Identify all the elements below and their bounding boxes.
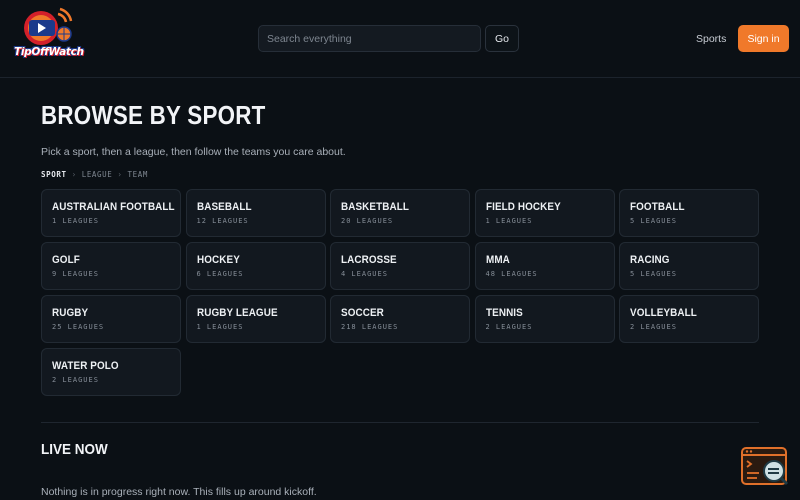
breadcrumb-sport: SPORT	[41, 170, 67, 179]
sport-card-volleyball[interactable]: VOLLEYBALL 2 LEAGUES	[619, 295, 759, 343]
search-go-button[interactable]: Go	[485, 25, 519, 52]
sport-card-baseball[interactable]: BASEBALL 12 LEAGUES	[185, 189, 326, 237]
sport-name: RACING	[630, 254, 670, 266]
sport-name: SOCCER	[341, 307, 384, 319]
league-count: 1 LEAGUES	[196, 323, 244, 331]
sport-card-racing[interactable]: RACING 5 LEAGUES	[619, 242, 759, 290]
sport-name: TENNIS	[485, 307, 523, 319]
live-now-empty-message: Nothing is in progress right now. This f…	[41, 486, 317, 498]
sport-card-rugby-league[interactable]: RUGBY LEAGUE 1 LEAGUES	[185, 295, 326, 343]
site-logo[interactable]: TipOffWatch	[14, 6, 84, 68]
site-header: TipOffWatch Go Sports Sign in	[0, 0, 800, 78]
league-count: 25 LEAGUES	[52, 323, 105, 331]
league-count: 9 LEAGUES	[52, 270, 99, 278]
league-count: 4 LEAGUES	[341, 270, 388, 278]
nav-link-sports[interactable]: Sports	[696, 33, 726, 45]
sport-name: RUGBY LEAGUE	[196, 307, 278, 319]
league-count: 2 LEAGUES	[485, 323, 533, 331]
breadcrumb-team: TEAM	[127, 170, 148, 179]
page-title: BROWSE BY SPORT	[41, 100, 266, 130]
sport-name: VOLLEYBALL	[630, 307, 697, 319]
sport-card-soccer[interactable]: SOCCER 218 LEAGUES	[330, 295, 470, 343]
league-count: 2 LEAGUES	[630, 323, 677, 331]
league-count: 218 LEAGUES	[341, 323, 399, 331]
sport-name: WATER POLO	[52, 360, 119, 372]
sport-name: FOOTBALL	[630, 201, 685, 213]
search-input[interactable]	[258, 25, 481, 52]
logo-wordmark: TipOffWatch	[14, 46, 84, 58]
sport-grid: AUSTRALIAN FOOTBALL 1 LEAGUES BASEBALL 1…	[41, 189, 759, 396]
league-count: 48 LEAGUES	[485, 270, 538, 278]
sport-name: BASEBALL	[196, 201, 252, 213]
breadcrumb-separator: ›	[117, 170, 123, 179]
league-count: 12 LEAGUES	[196, 217, 249, 225]
sport-name: AUSTRALIAN FOOTBALL	[52, 201, 175, 213]
section-divider	[41, 422, 759, 423]
sport-name: HOCKEY	[196, 254, 240, 266]
league-count: 5 LEAGUES	[630, 217, 677, 225]
sport-card-lacrosse[interactable]: LACROSSE 4 LEAGUES	[330, 242, 470, 290]
sport-name: MMA	[485, 254, 510, 266]
logo-mascot-icon	[24, 7, 73, 45]
feedback-widget-icon[interactable]	[741, 445, 791, 487]
sport-name: FIELD HOCKEY	[485, 201, 561, 213]
page-subtitle: Pick a sport, then a league, then follow…	[41, 146, 346, 158]
breadcrumb-separator: ›	[71, 170, 77, 179]
league-count: 1 LEAGUES	[52, 217, 99, 225]
league-count: 1 LEAGUES	[485, 217, 533, 225]
league-count: 6 LEAGUES	[196, 270, 244, 278]
league-count: 2 LEAGUES	[52, 376, 99, 384]
sport-card-mma[interactable]: MMA 48 LEAGUES	[474, 242, 615, 290]
sport-card-rugby[interactable]: RUGBY 25 LEAGUES	[41, 295, 181, 343]
sport-name: BASKETBALL	[341, 201, 410, 213]
sport-card-golf[interactable]: GOLF 9 LEAGUES	[41, 242, 181, 290]
sport-card-australian-football[interactable]: AUSTRALIAN FOOTBALL 1 LEAGUES	[41, 189, 181, 237]
sport-card-field-hockey[interactable]: FIELD HOCKEY 1 LEAGUES	[474, 189, 615, 237]
live-now-heading: LIVE NOW	[41, 441, 108, 458]
sport-card-water-polo[interactable]: WATER POLO 2 LEAGUES	[41, 348, 181, 396]
sport-name: RUGBY	[52, 307, 89, 319]
sport-card-basketball[interactable]: BASKETBALL 20 LEAGUES	[330, 189, 470, 237]
league-count: 20 LEAGUES	[341, 217, 394, 225]
sport-name: GOLF	[52, 254, 80, 266]
sport-card-tennis[interactable]: TENNIS 2 LEAGUES	[474, 295, 615, 343]
sport-card-hockey[interactable]: HOCKEY 6 LEAGUES	[185, 242, 326, 290]
breadcrumb: SPORT › LEAGUE › TEAM	[41, 170, 148, 179]
sport-name: LACROSSE	[341, 254, 397, 266]
sport-card-football[interactable]: FOOTBALL 5 LEAGUES	[619, 189, 759, 237]
league-count: 5 LEAGUES	[630, 270, 677, 278]
sign-in-button[interactable]: Sign in	[738, 25, 789, 52]
breadcrumb-league: LEAGUE	[81, 170, 113, 179]
